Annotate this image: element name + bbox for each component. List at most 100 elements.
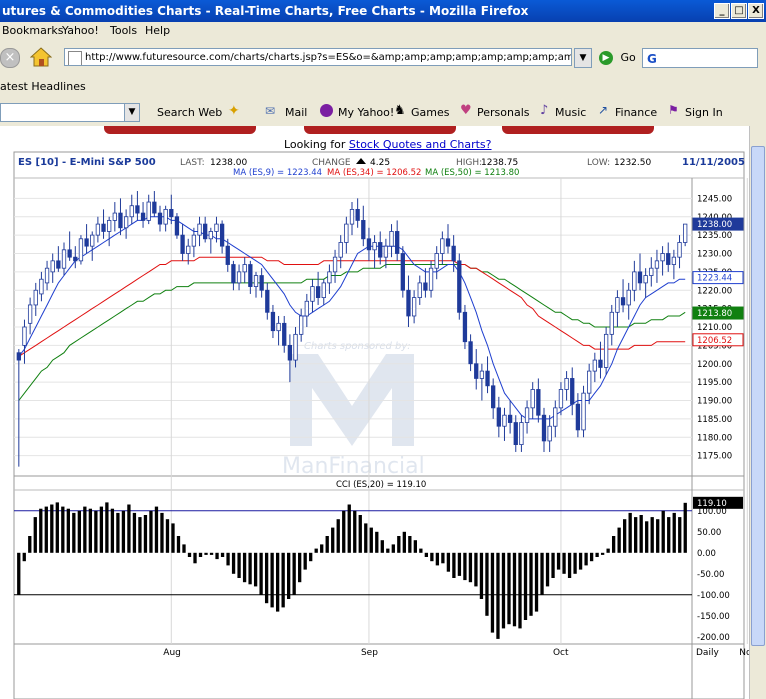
- candle-up: [649, 267, 654, 276]
- candle-down: [378, 242, 383, 258]
- candle-up: [502, 414, 507, 427]
- candle-up: [626, 289, 631, 306]
- cci-bar: [595, 552, 599, 557]
- ma9-legend: MA (ES,9) = 1223.44: [233, 168, 322, 178]
- cci-bar: [314, 548, 318, 553]
- menu-tools[interactable]: Tools: [110, 22, 137, 40]
- price-tick-label: 1210.00: [697, 323, 732, 333]
- candle-up: [615, 297, 620, 313]
- candle-up: [440, 238, 445, 254]
- candle-up: [327, 271, 332, 284]
- candle-down: [361, 220, 366, 240]
- toolbar-my-yahoo[interactable]: My Yahoo!: [338, 106, 394, 119]
- toolbar-mail[interactable]: Mail: [285, 106, 307, 119]
- candle-up: [107, 220, 112, 232]
- candle-up: [78, 238, 84, 262]
- url-dropdown-button[interactable]: ▼: [574, 48, 592, 68]
- candle-down: [219, 223, 225, 247]
- candle-down: [231, 264, 236, 284]
- toolbar-finance[interactable]: Finance: [615, 106, 657, 119]
- toolbar-sign-in[interactable]: Sign In: [685, 106, 723, 119]
- candle-down: [366, 238, 372, 251]
- url-text: http://www.futuresource.com/charts/chart…: [85, 52, 571, 63]
- cci-bar: [226, 552, 230, 566]
- stop-icon[interactable]: ×: [0, 48, 20, 68]
- candle-down: [315, 286, 321, 298]
- candle-up: [564, 378, 569, 390]
- cci-bar: [209, 552, 214, 555]
- candle-down: [248, 264, 253, 287]
- menu-help[interactable]: Help: [145, 22, 170, 40]
- cci-bar: [639, 515, 643, 553]
- cci-bar: [149, 510, 153, 553]
- page-icon: [68, 51, 82, 65]
- candle-down: [225, 245, 230, 265]
- search-field[interactable]: G: [642, 48, 758, 68]
- candle-down: [287, 344, 293, 361]
- cci-bar: [215, 552, 219, 560]
- price-tick-label: 1220.00: [697, 286, 732, 296]
- sign-in-icon: ⚑: [668, 103, 679, 117]
- price-tick-label: 1235.00: [697, 231, 732, 241]
- cci-bar: [672, 512, 676, 553]
- cci-bar: [94, 510, 98, 553]
- candle-up: [321, 282, 326, 298]
- headlines-bar[interactable]: atest Headlines: [0, 80, 86, 93]
- price-tick-label: 1180.00: [697, 433, 732, 443]
- cci-bar: [220, 552, 225, 557]
- cci-bar: [138, 517, 142, 553]
- candle-down: [355, 209, 360, 221]
- cci-bar: [683, 502, 687, 553]
- candle-up: [304, 300, 309, 317]
- cci-title: CCI (ES,20) = 119.10: [336, 480, 426, 490]
- url-field[interactable]: http://www.futuresource.com/charts/chart…: [64, 48, 572, 66]
- toolbar-search-dropdown[interactable]: ▼: [124, 103, 140, 122]
- cci-bar: [617, 527, 621, 553]
- ma50-legend: MA (ES,50) = 1213.80: [425, 168, 519, 178]
- go-button[interactable]: ▶ Go: [599, 49, 636, 67]
- price-tick-label: 1200.00: [697, 360, 732, 370]
- cci-bar: [397, 536, 401, 553]
- maximize-button[interactable]: □: [731, 3, 747, 19]
- toolbar-music[interactable]: Music: [555, 106, 586, 119]
- candle-up: [129, 205, 134, 218]
- month-tick-label: Aug: [163, 648, 181, 658]
- candle-up: [660, 253, 665, 262]
- change-value: 4.25: [370, 158, 390, 168]
- toolbar-search-box[interactable]: [0, 103, 126, 122]
- candle-down: [666, 253, 671, 265]
- cci-tick-label: 50.00: [697, 528, 721, 538]
- minimize-button[interactable]: _: [714, 3, 730, 19]
- home-icon[interactable]: [29, 46, 53, 68]
- candle-up: [276, 322, 281, 332]
- toolbar-personals[interactable]: Personals: [477, 106, 530, 119]
- candle-down: [135, 205, 140, 214]
- low-value: 1232.50: [614, 158, 651, 168]
- candle-down: [118, 212, 123, 229]
- menu-yahoo[interactable]: Yahoo!: [62, 22, 99, 40]
- scroll-thumb[interactable]: [751, 146, 765, 646]
- close-button[interactable]: X: [748, 3, 764, 19]
- toolbar-games[interactable]: Games: [411, 106, 449, 119]
- candle-down: [84, 238, 89, 247]
- compass-icon[interactable]: ✦: [228, 103, 240, 119]
- toolbar-search-web[interactable]: Search Web: [157, 106, 222, 119]
- cci-bar: [391, 544, 395, 553]
- change-label: CHANGE: [312, 158, 351, 168]
- menu-bookmarks[interactable]: Bookmarks: [2, 22, 63, 40]
- cci-bar: [419, 548, 423, 553]
- cci-bar: [562, 552, 566, 574]
- vertical-scrollbar[interactable]: [749, 126, 766, 699]
- cci-bar: [667, 517, 671, 553]
- candle-up: [299, 315, 304, 335]
- go-icon: ▶: [599, 51, 613, 65]
- candle-up: [603, 333, 609, 368]
- candle-up: [253, 275, 259, 287]
- cci-bar: [33, 517, 37, 553]
- candle-up: [683, 223, 688, 243]
- cci-bar: [441, 552, 445, 564]
- finance-icon: ↗: [598, 103, 609, 117]
- candle-down: [474, 363, 479, 379]
- candle-down: [423, 282, 428, 291]
- cci-bar: [435, 552, 440, 566]
